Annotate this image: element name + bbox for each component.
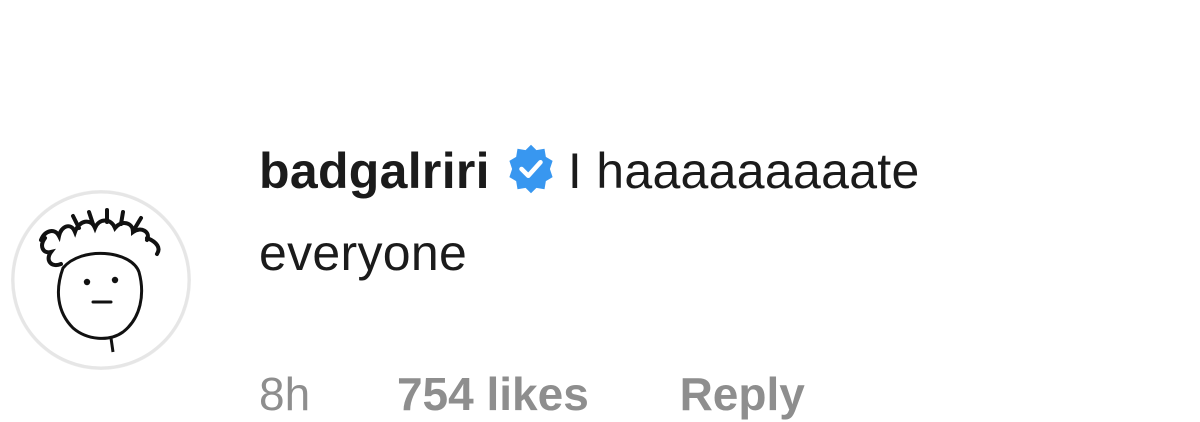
likes-count-link[interactable]: 754 likes xyxy=(397,366,589,422)
comment-meta: 8h 754 likes Reply xyxy=(259,366,805,422)
comment-timestamp[interactable]: 8h xyxy=(259,366,310,422)
comment: badgalriri I haaaaaaaaate everyone 8h 75… xyxy=(0,0,1200,420)
reply-button[interactable]: Reply xyxy=(680,366,805,422)
comment-text-line-2: everyone xyxy=(259,225,468,281)
comment-text-line-1: I haaaaaaaaate xyxy=(567,143,920,199)
username-link[interactable]: badgalriri xyxy=(259,143,490,199)
comment-body: badgalriri I haaaaaaaaate everyone xyxy=(259,130,1159,294)
avatar[interactable] xyxy=(11,190,191,370)
verified-badge-icon xyxy=(509,144,553,194)
doodle-face-avatar-icon xyxy=(11,190,191,370)
